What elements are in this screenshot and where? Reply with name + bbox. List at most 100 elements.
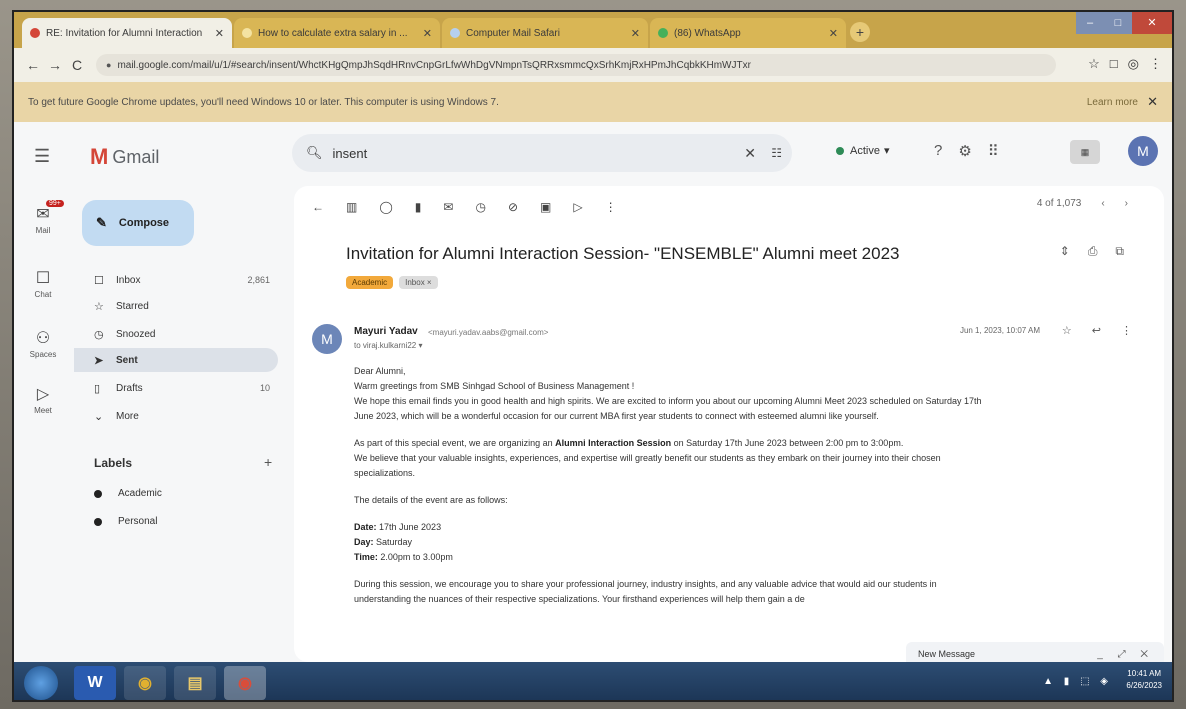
back-arrow-icon[interactable]: ←	[312, 200, 324, 214]
nav-starred[interactable]: ☆ Starred	[74, 294, 278, 318]
rail-chat[interactable]: ☐ Chat	[14, 268, 72, 299]
rail-mail[interactable]: ✉ 99+ Mail	[14, 200, 72, 235]
forward-button[interactable]: →	[44, 57, 66, 73]
nav-snoozed[interactable]: ◷ Snoozed	[74, 322, 278, 346]
gmail-favicon-icon	[30, 28, 40, 38]
message-icons: ☆ ↩ ⋮	[1062, 324, 1132, 337]
rail-label: Mail	[35, 226, 51, 235]
search-bar[interactable]: 🔍︎ insent ✕ ☷	[292, 134, 792, 172]
prev-icon[interactable]: ‹	[1101, 198, 1104, 209]
status-selector[interactable]: Active ▾	[836, 144, 890, 157]
rail-spaces[interactable]: ⚇ Spaces	[14, 328, 72, 359]
unread-badge: 99+	[46, 200, 64, 207]
system-tray[interactable]: ▲ ▮ ⬚ ◈	[1043, 676, 1112, 687]
file-explorer-icon[interactable]: ▤	[174, 666, 216, 700]
clock[interactable]: 10:41 AM 6/26/2023	[1126, 668, 1162, 692]
add-label-button[interactable]: +	[264, 454, 272, 470]
maximize-button[interactable]: □	[1104, 12, 1132, 34]
apps-grid-icon[interactable]: ⠿	[988, 142, 999, 160]
label-icon[interactable]: ▷	[573, 200, 582, 214]
address-bar[interactable]: ● mail.google.com/mail/u/1/#search/insen…	[96, 54, 1056, 76]
label-personal[interactable]: Personal	[94, 516, 157, 527]
label-name: Academic	[118, 488, 162, 499]
compose-button[interactable]: ✎ Compose	[82, 200, 194, 246]
tab-whatsapp[interactable]: (86) WhatsApp ✕	[650, 18, 846, 48]
chrome-app-icon[interactable]: ◉	[124, 666, 166, 700]
google-favicon-icon	[242, 28, 252, 38]
tab-salary[interactable]: How to calculate extra salary in ... ✕	[234, 18, 440, 48]
snooze-icon[interactable]: ◷	[475, 200, 485, 214]
body-text: on Saturday 17th June 2023 between 2:00 …	[671, 438, 904, 448]
label-tag-inbox[interactable]: Inbox ×	[399, 276, 438, 289]
reply-icon[interactable]: ↩	[1092, 324, 1101, 337]
report-spam-icon[interactable]: ◯	[379, 200, 392, 214]
infobar-text: To get future Google Chrome updates, you…	[28, 96, 499, 108]
new-message-title: New Message	[918, 649, 976, 659]
label-tag-academic[interactable]: Academic	[346, 276, 394, 289]
back-button[interactable]: ←	[22, 57, 44, 73]
chrome-active-app-icon[interactable]: ◉	[224, 666, 266, 700]
chevron-down-icon: ▾	[883, 145, 890, 157]
print-icon[interactable]: ⎙	[1088, 244, 1098, 259]
next-icon[interactable]: ›	[1125, 198, 1128, 209]
search-icon[interactable]: 🔍︎	[306, 145, 323, 161]
archive-icon[interactable]: ▥	[346, 200, 357, 214]
more-vert-icon[interactable]: ⋮	[1121, 324, 1132, 337]
account-avatar[interactable]: M	[1128, 136, 1158, 166]
clear-search-icon[interactable]: ✕	[744, 145, 756, 162]
reload-button[interactable]: C	[66, 57, 88, 73]
delete-icon[interactable]: ▮	[415, 200, 422, 214]
pencil-icon: ✎	[96, 215, 107, 230]
greeting: Dear Alumni,	[354, 366, 406, 376]
clock-time: 10:41 AM	[1127, 669, 1162, 678]
tab-safari[interactable]: Computer Mail Safari ✕	[442, 18, 648, 48]
tab-close-icon[interactable]: ✕	[423, 27, 432, 40]
more-vert-icon[interactable]: ⋮	[605, 200, 617, 214]
mark-unread-icon[interactable]: ✉	[443, 200, 453, 214]
tab-close-icon[interactable]: ✕	[829, 27, 838, 40]
nav-sent[interactable]: ➤ Sent	[74, 348, 278, 372]
event-day: Day: Saturday	[354, 535, 1144, 550]
label-name: Personal	[118, 516, 158, 527]
nav-drafts[interactable]: ▯ Drafts 10	[74, 376, 278, 400]
tab-gmail[interactable]: RE: Invitation for Alumni Interaction ✕	[22, 18, 232, 48]
search-options-icon[interactable]: ☷	[771, 146, 782, 160]
meet-icon: ▷	[36, 386, 50, 403]
tab-close-icon[interactable]: ✕	[215, 27, 224, 40]
bookmark-star-icon[interactable]: ☆	[1088, 56, 1100, 72]
send-icon: ➤	[94, 354, 104, 367]
nav-more[interactable]: ⌄ More	[74, 404, 278, 428]
settings-icon[interactable]: ⚙	[958, 142, 971, 160]
star-icon[interactable]: ☆	[1062, 324, 1072, 337]
message-pane: ← ▥ ◯ ▮ ✉ ◷ ⊘ ▣ ▷ ⋮ 4 of 1,073 ‹ › Invit…	[294, 186, 1164, 666]
learn-more-link[interactable]: Learn more	[1087, 97, 1138, 108]
body-line: During this session, we encourage you to…	[354, 579, 937, 589]
start-button[interactable]	[24, 666, 58, 700]
add-task-icon[interactable]: ⊘	[508, 200, 518, 214]
infobar-close-icon[interactable]: ✕	[1147, 94, 1158, 110]
search-input[interactable]: insent	[333, 146, 368, 161]
profile-icon[interactable]: ◎	[1128, 56, 1139, 72]
nav-label: Snoozed	[116, 328, 156, 340]
word-app-icon[interactable]: W	[74, 666, 116, 700]
sender-avatar[interactable]: M	[312, 324, 342, 354]
chrome-menu-icon[interactable]: ⋮	[1149, 56, 1162, 72]
move-to-icon[interactable]: ▣	[540, 200, 551, 214]
expand-icon[interactable]: ⇕	[1060, 244, 1070, 259]
minimize-button[interactable]: –	[1076, 12, 1104, 34]
nav-inbox[interactable]: ☐ Inbox 2,861	[74, 268, 278, 292]
open-new-window-icon[interactable]: ⧉	[1115, 244, 1124, 259]
compose-window-controls[interactable]: _ ⤢ ✕	[1097, 649, 1154, 660]
close-window-button[interactable]: ✕	[1132, 12, 1172, 34]
new-tab-button[interactable]: +	[850, 22, 870, 42]
draft-icon: ▯	[94, 382, 101, 395]
tab-close-icon[interactable]: ✕	[631, 27, 640, 40]
help-icon[interactable]: ?	[934, 142, 942, 160]
gmail-logo[interactable]: M Gmail	[90, 144, 159, 170]
label-academic[interactable]: Academic	[94, 488, 162, 499]
extension-icon[interactable]: □	[1110, 56, 1118, 72]
recipient-line[interactable]: to viraj.kulkarni22 ▾	[354, 341, 423, 350]
organization-logo[interactable]: ▦	[1070, 140, 1100, 164]
main-menu-icon[interactable]: ☰	[34, 146, 50, 167]
rail-meet[interactable]: ▷ Meet	[14, 384, 72, 415]
